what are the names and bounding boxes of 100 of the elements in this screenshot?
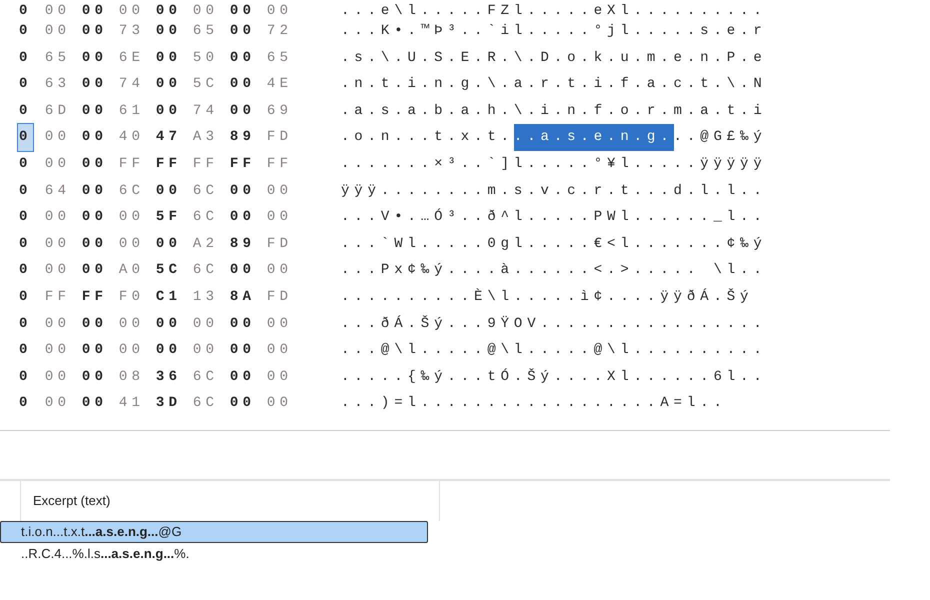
hex-byte[interactable]: 00 [82, 124, 108, 151]
hex-byte[interactable]: 00 [192, 310, 218, 338]
hex-byte[interactable]: 50 [192, 44, 218, 72]
hex-byte[interactable]: 00 [230, 98, 256, 124]
hex-byte[interactable]: 00 [230, 71, 256, 98]
hex-byte[interactable]: 0 [18, 4, 33, 18]
hex-byte[interactable]: 00 [230, 310, 256, 338]
ascii-text[interactable]: ..........È\l.....ì¢....ÿÿðÁ.Šý [341, 284, 754, 311]
hex-byte[interactable]: 00 [266, 337, 292, 364]
hex-byte[interactable]: FF [156, 150, 182, 178]
hex-byte[interactable]: 0 [18, 230, 33, 258]
hex-byte[interactable]: 65 [44, 44, 70, 72]
ascii-text[interactable]: .....{‰ý...tÓ.Šý....Xl......6l.. [341, 364, 767, 390]
hex-byte[interactable]: 00 [118, 230, 144, 258]
ascii-text[interactable]: ...Px¢‰ý....à......<.>..... \l.. [341, 257, 767, 284]
hex-byte[interactable]: 0 [18, 204, 33, 231]
ascii-text[interactable]: .s.\.U.S.E.R.\.D.o.k.u.m.e.n.P.e [341, 44, 767, 72]
ascii-text[interactable]: .o.n...t.x.t. [341, 124, 514, 151]
hex-byte[interactable]: 00 [156, 310, 182, 338]
hex-byte[interactable]: 00 [82, 18, 108, 45]
hex-byte[interactable]: A0 [118, 257, 144, 284]
hex-byte[interactable]: 00 [44, 124, 70, 151]
hex-byte[interactable]: 00 [82, 230, 108, 258]
hex-byte[interactable]: 00 [266, 390, 292, 417]
hex-byte[interactable]: 6C [118, 178, 144, 204]
hex-byte[interactable]: 89 [230, 124, 256, 151]
table-row[interactable]: ..R.C.4...%.l.s...a.s.e.n.g...%. [0, 543, 428, 565]
hex-byte[interactable]: 00 [230, 18, 256, 45]
hex-byte[interactable]: 0 [18, 44, 33, 72]
hex-byte[interactable]: 5C [156, 257, 182, 284]
hex-byte[interactable]: 00 [156, 178, 182, 204]
ascii-text[interactable]: ...ðÁ.Šý...9ŸOV................. [341, 310, 767, 338]
hex-byte[interactable]: 8A [230, 284, 256, 311]
hex-byte[interactable]: 00 [156, 230, 182, 258]
hex-byte[interactable]: FF [118, 150, 144, 178]
hex-byte[interactable]: FF [192, 150, 218, 178]
hex-byte[interactable]: 6C [192, 204, 218, 231]
hex-byte[interactable]: 00 [266, 257, 292, 284]
table-row[interactable]: t.i.o.n...t.x.t...a.s.e.n.g...@G [0, 521, 428, 543]
hex-byte[interactable]: 00 [82, 337, 108, 364]
hex-byte[interactable]: 00 [156, 98, 182, 124]
hex-byte[interactable]: 74 [192, 98, 218, 124]
hex-byte[interactable]: 00 [44, 204, 70, 231]
hex-byte[interactable]: 0 [18, 124, 33, 151]
hex-byte[interactable]: 00 [266, 204, 292, 231]
hex-byte[interactable]: 00 [230, 390, 256, 417]
hex-byte[interactable]: FD [266, 284, 292, 311]
hex-byte[interactable]: 00 [230, 4, 256, 18]
hex-byte[interactable]: 00 [82, 98, 108, 124]
hex-byte[interactable]: 00 [82, 204, 108, 231]
hex-byte[interactable]: 69 [266, 98, 292, 124]
hex-byte[interactable]: 61 [118, 98, 144, 124]
hex-byte[interactable]: 63 [44, 71, 70, 98]
hex-byte[interactable]: 0 [18, 257, 33, 284]
hex-byte[interactable]: 00 [44, 310, 70, 338]
hex-byte[interactable]: 73 [118, 18, 144, 45]
hex-byte[interactable]: 00 [266, 4, 292, 18]
hex-byte[interactable]: A2 [192, 230, 218, 258]
hex-byte[interactable]: 00 [44, 4, 70, 18]
ascii-text[interactable]: .n.t.i.n.g.\.a.r.t.i.f.a.c.t.\.N [341, 71, 767, 98]
hex-byte[interactable]: 65 [192, 18, 218, 45]
ascii-text[interactable]: ...@\l.....@\l.....@\l.......... [341, 337, 767, 364]
hex-byte[interactable]: 0 [18, 284, 33, 311]
hex-byte[interactable]: 0 [18, 18, 33, 45]
hex-byte[interactable]: 13 [192, 284, 218, 311]
hex-byte[interactable]: 00 [156, 18, 182, 45]
hex-byte[interactable]: 4E [266, 71, 292, 98]
hex-byte[interactable]: 00 [82, 257, 108, 284]
hex-byte[interactable]: 00 [118, 337, 144, 364]
hex-byte[interactable]: 65 [266, 44, 292, 72]
hex-byte[interactable]: 0 [18, 71, 33, 98]
selected-ascii-text[interactable]: ..a.s.e.n.g. [514, 124, 674, 151]
hex-byte[interactable]: 5C [192, 71, 218, 98]
hex-byte[interactable]: 00 [230, 337, 256, 364]
hex-byte[interactable]: 0 [18, 310, 33, 338]
hex-byte[interactable]: 74 [118, 71, 144, 98]
hex-byte[interactable]: 00 [82, 178, 108, 204]
hex-byte[interactable]: FF [230, 150, 256, 178]
hex-byte[interactable]: 6C [192, 390, 218, 417]
hex-byte[interactable]: 00 [82, 71, 108, 98]
hex-byte[interactable]: 36 [156, 364, 182, 390]
hex-byte[interactable]: 00 [44, 18, 70, 45]
hex-byte[interactable]: 00 [266, 310, 292, 338]
hex-byte[interactable]: 00 [230, 204, 256, 231]
hex-byte[interactable]: 00 [118, 310, 144, 338]
hex-byte[interactable]: 00 [118, 204, 144, 231]
hex-byte[interactable]: 00 [230, 178, 256, 204]
hex-byte[interactable]: FF [82, 284, 108, 311]
hex-byte[interactable]: 00 [156, 71, 182, 98]
hex-byte[interactable]: 00 [266, 364, 292, 390]
hex-byte[interactable]: 08 [118, 364, 144, 390]
ascii-text[interactable]: ...V•.…Ó³..ð^l.....PWl......_l.. [341, 204, 767, 231]
hex-byte[interactable]: 6C [192, 364, 218, 390]
hex-byte[interactable]: 00 [230, 44, 256, 72]
hex-byte[interactable]: 0 [18, 98, 33, 124]
hex-byte[interactable]: 3D [156, 390, 182, 417]
hex-byte[interactable]: 6D [44, 98, 70, 124]
hex-byte[interactable]: A3 [192, 124, 218, 151]
hex-byte[interactable]: 00 [266, 178, 292, 204]
hex-byte[interactable]: 00 [156, 4, 182, 18]
